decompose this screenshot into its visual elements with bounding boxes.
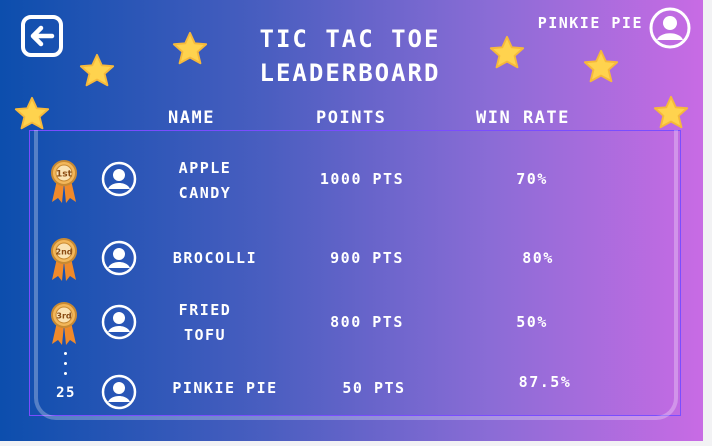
player-name-line: BROCOLLi: [172, 249, 258, 267]
column-header-name: NAME: [168, 108, 215, 128]
title-line-2: LEADERBOARD: [259, 59, 441, 87]
column-header-win-rate: WiN RATE: [476, 108, 570, 128]
player-name-cell: APPLE CANDY: [145, 156, 265, 206]
player-name-line: CANDY: [178, 184, 232, 202]
star-icon: [489, 35, 525, 69]
medal-label: 3rd: [56, 312, 72, 321]
star-icon: [172, 31, 208, 65]
points-cell: 800 PTS: [330, 313, 404, 331]
medal-icon: 1st: [51, 160, 77, 203]
points-cell: 1000 PTS: [319, 170, 405, 188]
points-cell: 50 PTS: [342, 379, 406, 397]
title-line-1: TIC TAC TOE: [259, 25, 441, 53]
ellipsis-dot: [64, 362, 67, 365]
star-icon: [653, 95, 689, 129]
win-rate-cell: 50%: [516, 313, 548, 331]
user-avatar-icon: [101, 374, 137, 410]
win-rate-cell: 70%: [516, 170, 548, 188]
medal-label: 2nd: [56, 248, 73, 257]
star-icon: [583, 49, 619, 83]
star-icon: [79, 53, 115, 87]
column-header-points: POiNTS: [316, 108, 387, 128]
back-button[interactable]: [20, 14, 64, 58]
points-cell: 900 PTS: [330, 249, 404, 267]
player-name-line: APPLE: [178, 159, 232, 177]
current-player-name: PiNKiE PiE: [537, 14, 643, 32]
user-avatar-icon: [101, 240, 137, 276]
user-avatar-icon: [101, 161, 137, 197]
medal-icon: 3rd: [51, 302, 77, 345]
user-avatar-icon: [101, 304, 137, 340]
ellipsis-dot: [64, 352, 67, 355]
player-name-line: PiNKiE PiE: [172, 379, 278, 397]
player-name-cell: PiNKiE PiE: [160, 376, 290, 401]
win-rate-cell: 80%: [522, 249, 554, 267]
rank-number: 25: [56, 385, 76, 401]
medal-icon: 2nd: [51, 238, 77, 281]
player-name-cell: FRiED TOFU: [145, 298, 265, 348]
page-title: TIC TAC TOE LEADERBOARD: [205, 22, 495, 90]
player-name-line: FRiED: [178, 301, 232, 319]
player-name-line: TOFU: [183, 326, 227, 344]
star-icon: [14, 96, 50, 130]
leaderboard-screen: TIC TAC TOE LEADERBOARD PiNKiE PiE NAME …: [0, 0, 703, 441]
player-name-cell: BROCOLLi: [155, 246, 275, 271]
medal-label: 1st: [56, 170, 73, 180]
ellipsis-dot: [64, 372, 67, 375]
win-rate-cell: 87.5%: [518, 373, 572, 391]
profile-avatar-icon[interactable]: [648, 6, 692, 50]
